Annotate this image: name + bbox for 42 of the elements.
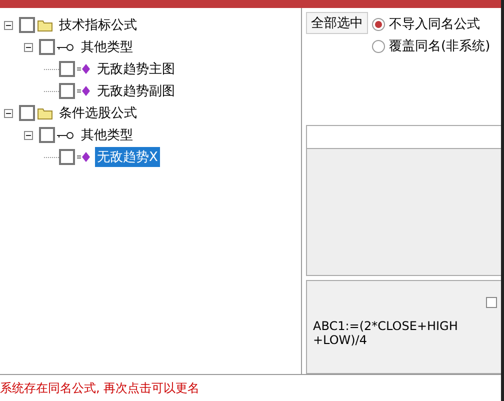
formula-editor[interactable]: ABC1:=(2*CLOSE+HIGH +LOW)/4 (306, 280, 501, 374)
tree-item[interactable]: 技术指标公式 (57, 15, 139, 35)
tree-item[interactable]: 无敌趋势副图 (95, 81, 177, 101)
key-icon (57, 42, 75, 52)
radio-label: 不导入同名公式 (389, 16, 480, 33)
checkbox[interactable] (39, 127, 55, 143)
status-message: 系统存在同名公式, 再次点击可以更名 (0, 380, 200, 396)
folder-icon (37, 106, 53, 120)
name-field[interactable] (306, 125, 501, 149)
checkbox[interactable] (59, 83, 75, 99)
tree-item[interactable]: 条件选股公式 (57, 103, 139, 123)
collapse-toggle[interactable] (4, 108, 13, 118)
minus-icon (26, 44, 31, 50)
checkbox[interactable] (59, 61, 75, 77)
checkbox[interactable] (59, 149, 75, 165)
diamond-icon (77, 85, 91, 97)
code-line: ABC1:=(2*CLOSE+HIGH (313, 319, 459, 333)
diamond-icon (77, 151, 91, 163)
key-icon (57, 130, 75, 140)
diamond-icon (77, 63, 91, 75)
radio-option[interactable]: 覆盖同名(非系统) (372, 37, 490, 55)
collapse-toggle[interactable] (4, 20, 13, 30)
select-all-button[interactable]: 全部选中 (306, 12, 368, 34)
tree-item[interactable]: 其他类型 (79, 125, 135, 145)
minus-icon (26, 132, 31, 138)
folder-icon (37, 18, 53, 32)
radio-label: 覆盖同名(非系统) (389, 38, 490, 55)
radio-button[interactable] (372, 40, 385, 52)
radio-option[interactable]: 不导入同名公式 (372, 15, 490, 33)
collapse-toggle[interactable] (24, 130, 33, 140)
tree-item[interactable]: 无敌趋势X (95, 147, 160, 167)
minus-icon (6, 110, 11, 116)
checkbox[interactable] (19, 105, 35, 121)
tree-item[interactable]: 其他类型 (79, 37, 135, 57)
checkbox[interactable] (39, 39, 55, 55)
minus-icon (6, 22, 11, 28)
tree-item[interactable]: 无敌趋势主图 (95, 59, 177, 79)
collapse-toggle[interactable] (24, 42, 33, 52)
code-line: +LOW)/4 (313, 333, 368, 347)
checkbox[interactable] (486, 297, 497, 308)
checkbox[interactable] (19, 17, 35, 33)
radio-button[interactable] (372, 18, 385, 30)
